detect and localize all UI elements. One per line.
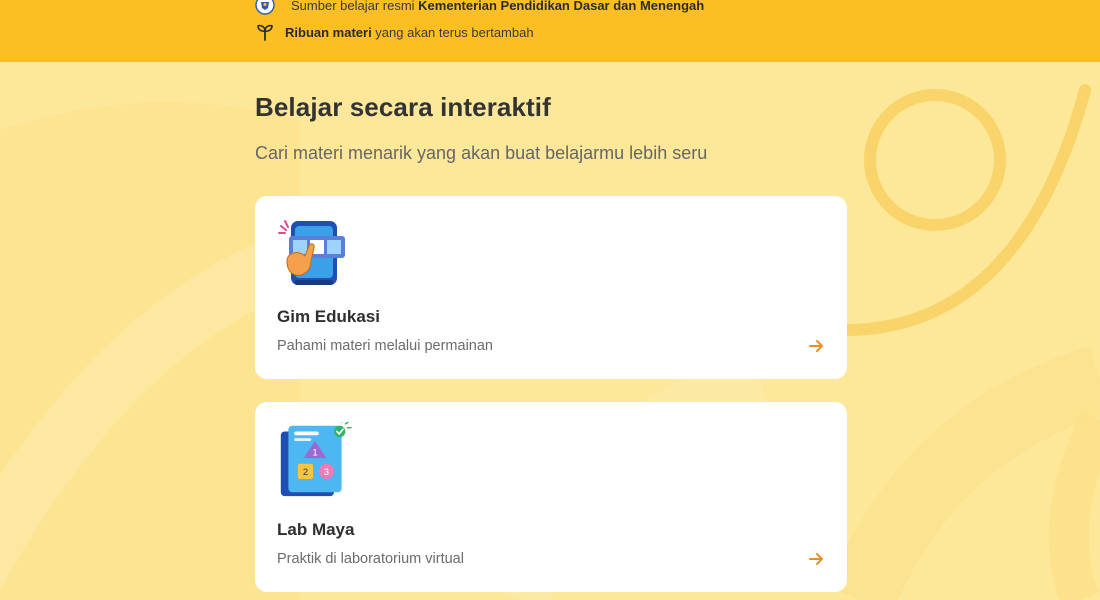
materials-count: Ribuan materi	[285, 24, 372, 40]
section-title: Belajar secara interaktif	[255, 92, 551, 122]
section-subtitle: Cari materi menarik yang akan buat belaj…	[255, 143, 708, 163]
materials-text: yang akan terus bertambah	[371, 24, 534, 40]
card-description: Praktik di laboratorium virtual	[277, 551, 464, 567]
lab-number-1: 1	[312, 447, 317, 458]
card-description: Pahami materi melalui permainan	[277, 338, 493, 354]
tablet-game-icon	[278, 220, 345, 285]
card-lab-maya[interactable]: 1 2 3 Lab Maya Praktik di laboratorium v…	[255, 402, 847, 592]
lab-number-3: 3	[324, 467, 329, 478]
arrow-right-icon[interactable]	[807, 550, 825, 568]
government-seal-icon	[255, 0, 275, 15]
sprout-icon	[255, 22, 275, 42]
arrow-right-icon[interactable]	[807, 337, 825, 355]
ministry-name: Kementerian Pendidikan Dasar dan Menenga…	[418, 0, 705, 13]
official-source-prefix: Sumber belajar resmi	[291, 0, 419, 13]
top-banner: Sumber belajar resmi Kementerian Pendidi…	[0, 0, 1100, 62]
card-title: Lab Maya	[277, 520, 355, 539]
lab-number-2: 2	[303, 467, 308, 478]
materials-line: Ribuan materi yang akan terus bertambah	[255, 22, 534, 42]
official-source-line: Sumber belajar resmi Kementerian Pendidi…	[255, 0, 704, 15]
card-gim-edukasi[interactable]: Gim Edukasi Pahami materi melalui permai…	[255, 196, 847, 379]
card-title: Gim Edukasi	[277, 307, 380, 326]
lab-shapes-icon: 1 2 3	[280, 422, 352, 497]
